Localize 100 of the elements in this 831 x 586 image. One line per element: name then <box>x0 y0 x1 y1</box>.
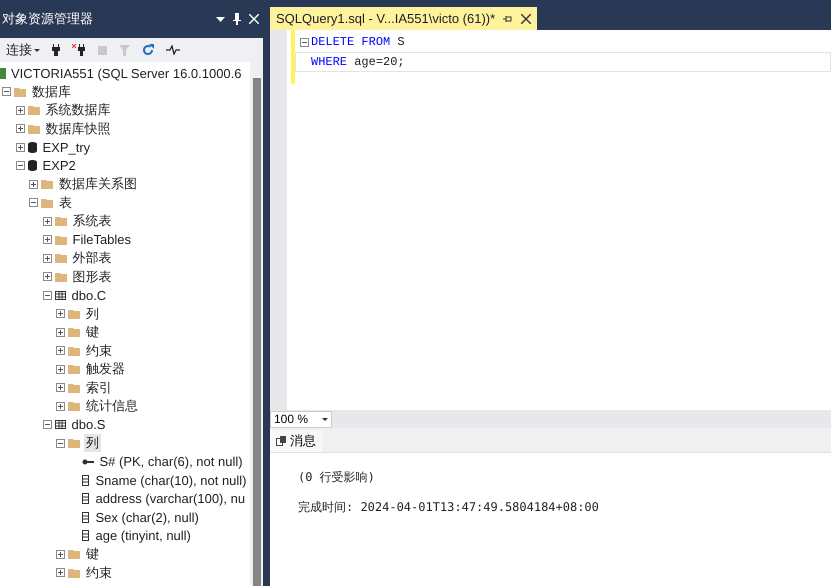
messages-icon <box>276 436 286 446</box>
tree-item[interactable]: 键 <box>84 545 101 564</box>
minus-icon <box>44 424 50 426</box>
plus-icon <box>58 348 63 354</box>
expand-toggle[interactable] <box>56 309 65 318</box>
table-icon <box>54 420 66 430</box>
tree-item[interactable]: EXP2 <box>40 158 78 174</box>
folder-icon <box>68 568 80 578</box>
tree-item[interactable]: Sname (char(10), not null) <box>94 472 249 488</box>
folder-icon <box>41 179 53 190</box>
folder-icon <box>28 124 40 134</box>
plus-icon <box>44 218 50 224</box>
message-text: 完成时间: 2024-04-01T13:47:49.5804184+08:00 <box>298 499 600 516</box>
tree-item[interactable]: S# (PK, char(6), not null) <box>98 454 245 470</box>
tree-item[interactable]: 图形表 <box>70 268 114 286</box>
tree-item[interactable]: FileTables <box>70 232 134 248</box>
plus-icon <box>18 144 22 150</box>
tree-item[interactable]: 列 <box>84 304 101 323</box>
expand-toggle[interactable] <box>29 180 38 189</box>
tree-item[interactable]: 表 <box>57 194 74 212</box>
folder-icon <box>68 327 80 338</box>
folder-icon <box>68 308 80 319</box>
expand-toggle[interactable] <box>42 272 52 282</box>
plug-icon[interactable] <box>52 44 60 56</box>
expand-toggle[interactable] <box>42 216 52 226</box>
tree-item[interactable]: 列 <box>84 434 101 452</box>
folder-icon <box>54 216 66 226</box>
dropdown-icon[interactable] <box>216 16 225 22</box>
expand-toggle[interactable] <box>56 364 65 374</box>
plus-icon <box>58 404 63 409</box>
tree-item[interactable]: 数据库 <box>30 82 73 101</box>
scrollbar[interactable] <box>250 62 263 586</box>
expand-toggle[interactable] <box>42 235 52 244</box>
tree-item[interactable]: address (varchar(100), nu <box>94 491 248 506</box>
tree-item[interactable]: 系统表 <box>70 212 114 230</box>
collapse-toggle[interactable] <box>2 87 11 96</box>
expand-toggle[interactable] <box>56 402 65 411</box>
folder-icon <box>54 253 66 264</box>
tree-item[interactable]: age (tinyint, null) <box>94 528 193 544</box>
folder-icon <box>28 105 40 116</box>
tree-item[interactable]: 触发器 <box>84 360 127 378</box>
plus-icon <box>31 182 36 187</box>
tree-item[interactable]: VICTORIA551 (SQL Server 16.0.1000.6 <box>9 66 244 81</box>
pin-icon[interactable] <box>233 13 241 25</box>
minus-icon <box>4 91 9 92</box>
refresh-icon[interactable] <box>142 44 154 56</box>
tree-item[interactable]: dbo.S <box>70 417 108 432</box>
tree-item[interactable]: 索引 <box>84 378 114 397</box>
column-icon <box>82 474 88 486</box>
close-icon[interactable] <box>521 14 532 24</box>
tree-item[interactable]: EXP_try <box>40 140 92 155</box>
expand-toggle[interactable] <box>56 568 65 578</box>
table-icon <box>54 290 66 300</box>
expand-toggle[interactable] <box>56 328 65 337</box>
tree-item[interactable]: 统计信息 <box>84 397 140 416</box>
tree-item[interactable]: dbo.C <box>70 288 108 303</box>
collapse-toggle[interactable] <box>29 198 38 208</box>
key-icon <box>82 458 94 465</box>
collapse-toggle[interactable] <box>16 161 24 170</box>
expand-toggle[interactable] <box>16 142 24 152</box>
plus-icon <box>18 126 22 132</box>
tree-item[interactable]: 外部表 <box>70 249 114 268</box>
plus-icon <box>58 570 63 576</box>
collapse-toggle[interactable] <box>56 438 65 448</box>
plus-icon <box>44 237 50 242</box>
disconnect-icon[interactable] <box>72 44 86 56</box>
tree-item[interactable]: Sex (char(2), null) <box>94 510 201 525</box>
folder-icon <box>54 272 66 282</box>
pin-icon[interactable] <box>503 14 514 22</box>
collapse-toggle[interactable] <box>42 420 52 430</box>
folder-icon <box>14 86 26 97</box>
fold-icon[interactable] <box>300 38 309 46</box>
change-margin <box>291 30 295 84</box>
connect-button[interactable]: 连接 <box>6 41 40 59</box>
expand-toggle[interactable] <box>56 383 65 392</box>
expand-toggle[interactable] <box>42 254 52 263</box>
database-icon <box>28 142 36 153</box>
expand-toggle[interactable] <box>16 106 24 115</box>
editor-tab[interactable]: SQLQuery1.sql - V...IA551\victo (61))* <box>270 7 538 30</box>
collapse-toggle[interactable] <box>42 290 52 300</box>
stop-icon <box>98 46 107 54</box>
expand-toggle[interactable] <box>16 124 24 134</box>
minus-icon <box>44 294 50 296</box>
expand-toggle[interactable] <box>56 550 65 559</box>
minus-icon <box>18 165 22 166</box>
tree-item[interactable]: 约束 <box>84 342 114 360</box>
tree-item[interactable]: 数据库关系图 <box>57 175 139 194</box>
messages-tab[interactable]: 消息 <box>270 430 322 452</box>
tree-item[interactable]: 系统数据库 <box>44 101 112 120</box>
activity-icon[interactable] <box>166 45 180 55</box>
tree-item[interactable]: 数据库快照 <box>44 120 112 138</box>
zoom-dropdown[interactable]: 100 % <box>270 410 332 428</box>
column-icon <box>82 493 88 504</box>
tree-item[interactable]: 键 <box>84 323 101 342</box>
plus-icon <box>44 274 50 280</box>
tree-item[interactable]: 约束 <box>84 564 114 582</box>
minus-icon <box>58 442 63 444</box>
message-text: (0 行受影响) <box>298 469 376 486</box>
plus-icon <box>18 108 22 113</box>
expand-toggle[interactable] <box>56 346 65 356</box>
